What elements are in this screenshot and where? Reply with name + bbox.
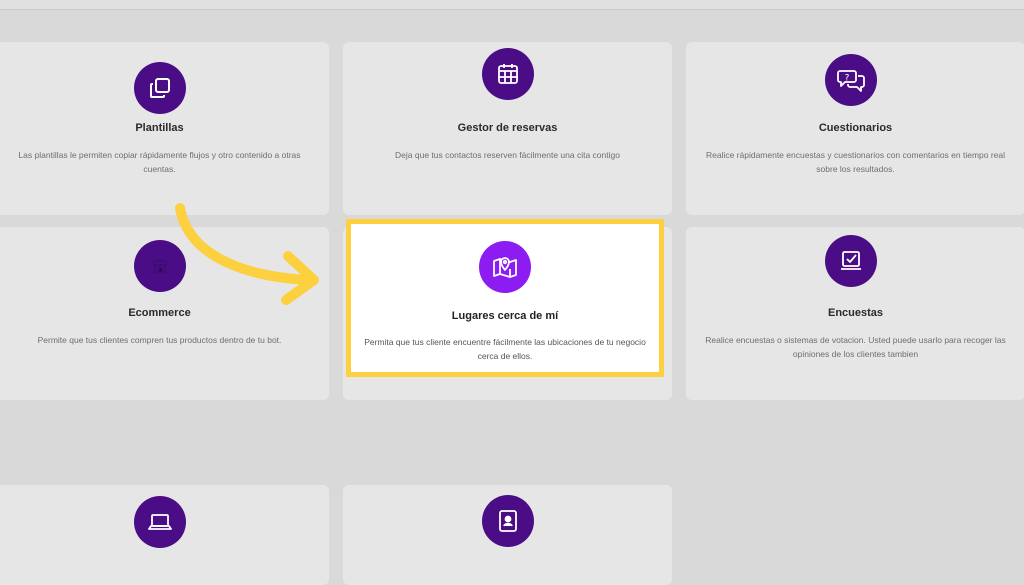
contact-card-icon [481, 495, 534, 547]
card-title: Cuestionarios [818, 122, 893, 134]
calendar-icon [481, 48, 534, 100]
card-lugares-cerca-de-mi[interactable]: Lugares cerca de mí Permita que tus clie… [346, 219, 664, 377]
checkbox-icon [824, 235, 877, 287]
card-cuestionarios[interactable]: ? Cuestionarios Realice rápidamente encu… [686, 42, 1024, 215]
copy-icon [133, 62, 186, 114]
card-description: Realice rápidamente encuestas y cuestion… [705, 150, 1006, 174]
card-plantillas[interactable]: Plantillas Las plantillas le permiten co… [0, 42, 329, 215]
svg-text:?: ? [844, 74, 849, 84]
card-description: Deja que tus contactos reserven fácilmen… [395, 150, 620, 160]
laptop-icon [133, 496, 186, 548]
card-description: Las plantillas le permiten copiar rápida… [18, 150, 301, 174]
card-gestor-de-reservas[interactable]: Gestor de reservas Deja que tus contacto… [343, 42, 672, 215]
card-title: Lugares cerca de mí [451, 310, 559, 322]
top-bar [0, 0, 1024, 10]
question-chat-icon: ? [824, 54, 877, 106]
map-pin-icon [479, 241, 531, 293]
card-title: Encuestas [827, 307, 884, 319]
card-bottom-left[interactable] [0, 485, 329, 585]
card-title: Gestor de reservas [457, 122, 558, 134]
card-title: Plantillas [135, 122, 184, 134]
card-description: Permita que tus cliente encuentre fácilm… [364, 337, 646, 361]
card-bottom-middle[interactable] [343, 485, 672, 585]
card-encuestas[interactable]: Encuestas Realice encuestas o sistemas d… [686, 227, 1024, 400]
pointer-arrow-icon [175, 203, 319, 305]
card-description: Realice encuestas o sistemas de votacion… [705, 335, 1006, 359]
card-description: Permite que tus clientes compren tus pro… [37, 335, 282, 345]
